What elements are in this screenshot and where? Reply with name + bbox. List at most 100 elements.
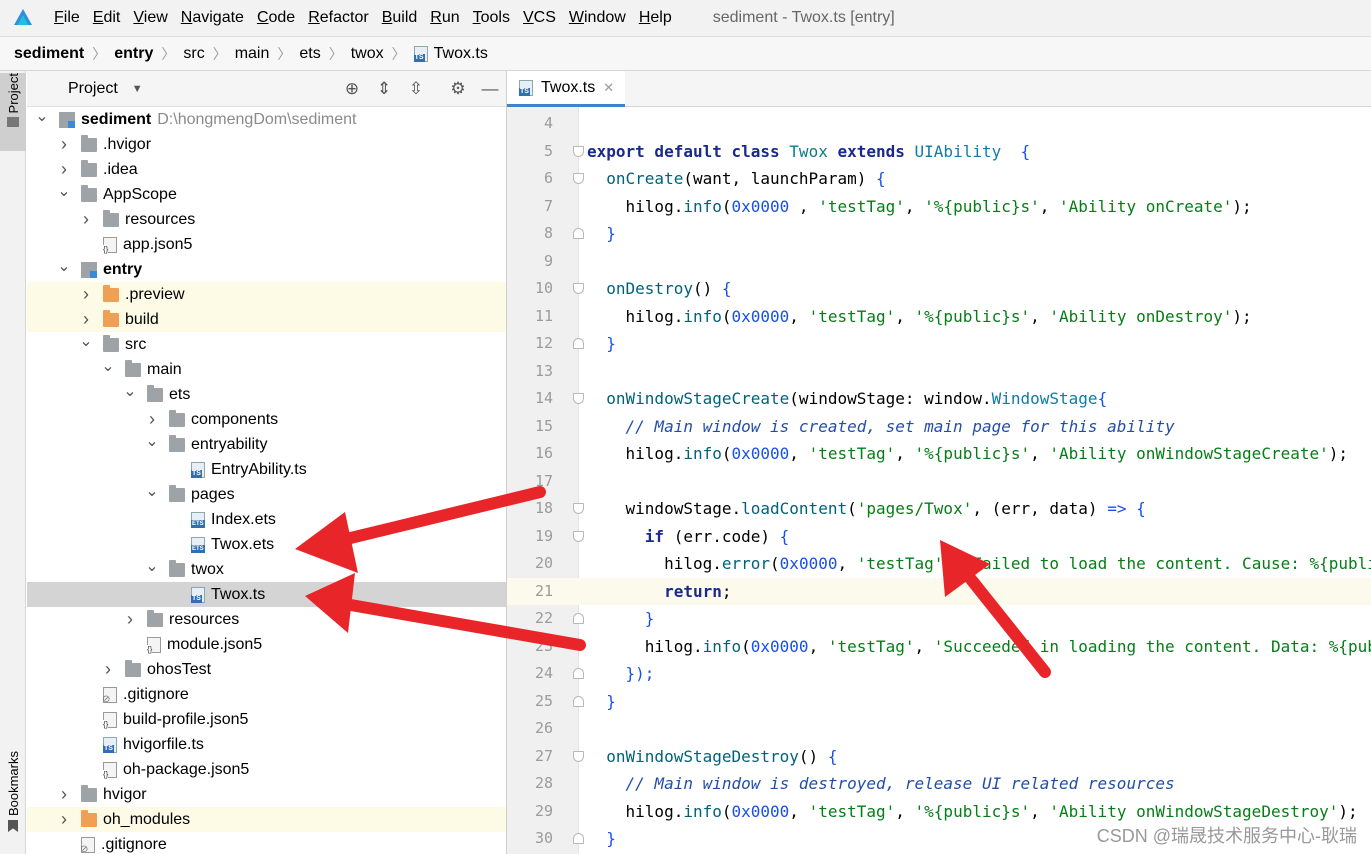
gitignore-file-icon: [102, 686, 117, 705]
menu-item[interactable]: File: [54, 9, 80, 27]
fold-end-icon[interactable]: [573, 338, 584, 349]
fold-collapse-icon[interactable]: [573, 146, 584, 157]
breadcrumb-item[interactable]: sediment: [14, 45, 84, 63]
tree-item[interactable]: › .hvigor: [27, 132, 506, 157]
chevron-right-icon[interactable]: ›: [57, 159, 71, 180]
project-tool-button[interactable]: Project: [0, 73, 26, 151]
tree-item[interactable]: › build: [27, 307, 506, 332]
menu-item[interactable]: View: [133, 9, 167, 27]
collapse-all-icon[interactable]: ⇳: [400, 71, 432, 107]
tree-item[interactable]: ›.gitignore: [27, 682, 506, 707]
tree-item[interactable]: ›oh-package.json5: [27, 757, 506, 782]
menu-item[interactable]: VCS: [523, 9, 556, 27]
menu-item[interactable]: Refactor: [308, 9, 368, 27]
tree-item[interactable]: ⌄ ets: [27, 382, 506, 407]
chevron-right-icon[interactable]: ›: [57, 809, 71, 830]
expand-all-icon[interactable]: ⇕: [368, 71, 400, 107]
tree-item[interactable]: ›.gitignore: [27, 832, 506, 854]
breadcrumb-item[interactable]: twox: [351, 45, 384, 63]
code-token: (: [721, 802, 732, 821]
chevron-right-icon[interactable]: ›: [57, 134, 71, 155]
breadcrumb-item[interactable]: entry: [114, 45, 153, 63]
tree-item[interactable]: ⌄ src: [27, 332, 506, 357]
menu-item-label: efactor: [319, 9, 369, 26]
tab-twox-ts[interactable]: Twox.ts ✕: [507, 71, 625, 107]
chevron-down-icon[interactable]: ▼: [132, 83, 143, 95]
menu-item[interactable]: Window: [569, 9, 626, 27]
locate-file-icon[interactable]: ⊕: [336, 71, 368, 107]
fold-collapse-icon[interactable]: [573, 283, 584, 294]
chevron-down-icon[interactable]: ⌄: [35, 108, 49, 124]
close-icon[interactable]: ✕: [603, 80, 614, 96]
breadcrumb-item[interactable]: ets: [299, 45, 320, 63]
chevron-right-icon[interactable]: ›: [79, 284, 93, 305]
menu-item[interactable]: Help: [639, 9, 672, 27]
chevron-down-icon[interactable]: ⌄: [101, 358, 115, 374]
tree-item[interactable]: › resources: [27, 607, 506, 632]
line-number: 13: [534, 362, 553, 380]
fold-end-icon[interactable]: [573, 228, 584, 239]
breadcrumb-item[interactable]: Twox.ts: [413, 45, 488, 63]
tree-item[interactable]: › ohosTest: [27, 657, 506, 682]
fold-collapse-icon[interactable]: [573, 531, 584, 542]
tree-item[interactable]: ›Twox.ts: [27, 582, 506, 607]
bookmarks-tool-button[interactable]: Bookmarks: [0, 751, 26, 853]
chevron-down-icon[interactable]: ⌄: [145, 558, 159, 574]
chevron-down-icon[interactable]: ⌄: [123, 383, 137, 399]
chevron-right-icon[interactable]: ›: [79, 309, 93, 330]
menu-item[interactable]: Code: [257, 9, 295, 27]
tree-item[interactable]: › hvigor: [27, 782, 506, 807]
chevron-right-icon[interactable]: ›: [101, 659, 115, 680]
tree-item[interactable]: ›hvigorfile.ts: [27, 732, 506, 757]
menu-item[interactable]: Build: [382, 9, 418, 27]
tree-item[interactable]: ›Twox.ets: [27, 532, 506, 557]
gear-icon[interactable]: ⚙: [442, 71, 474, 107]
menu-item-mnemonic: V: [133, 9, 144, 26]
chevron-down-icon[interactable]: ⌄: [57, 258, 71, 274]
fold-end-icon[interactable]: [573, 833, 584, 844]
tree-item[interactable]: ›build-profile.json5: [27, 707, 506, 732]
hide-panel-icon[interactable]: —: [474, 71, 506, 107]
fold-collapse-icon[interactable]: [573, 173, 584, 184]
project-panel-title[interactable]: Project: [68, 80, 118, 98]
tree-item[interactable]: ⌄ main: [27, 357, 506, 382]
chevron-down-icon[interactable]: ⌄: [145, 433, 159, 449]
chevron-right-icon[interactable]: ›: [123, 609, 137, 630]
tree-item[interactable]: ⌄ entry: [27, 257, 506, 282]
tree-item[interactable]: › components: [27, 407, 506, 432]
chevron-down-icon[interactable]: ⌄: [79, 333, 93, 349]
tree-item[interactable]: ⌄ AppScope: [27, 182, 506, 207]
chevron-down-icon[interactable]: ⌄: [145, 483, 159, 499]
tree-item[interactable]: ⌄ sediment D:\hongmengDom\sediment: [27, 107, 506, 132]
chevron-right-icon[interactable]: ›: [57, 784, 71, 805]
tree-item[interactable]: › resources: [27, 207, 506, 232]
tree-item[interactable]: ›EntryAbility.ts: [27, 457, 506, 482]
chevron-down-icon[interactable]: ⌄: [57, 183, 71, 199]
tree-item[interactable]: ⌄ twox: [27, 557, 506, 582]
fold-end-icon[interactable]: [573, 613, 584, 624]
fold-collapse-icon[interactable]: [573, 393, 584, 404]
tree-item[interactable]: › .idea: [27, 157, 506, 182]
fold-end-icon[interactable]: [573, 668, 584, 679]
menu-item[interactable]: Run: [430, 9, 459, 27]
tree-item[interactable]: ⌄ pages: [27, 482, 506, 507]
tree-item[interactable]: › .preview: [27, 282, 506, 307]
fold-collapse-icon[interactable]: [573, 503, 584, 514]
tree-item[interactable]: ›app.json5: [27, 232, 506, 257]
chevron-right-icon[interactable]: ›: [145, 409, 159, 430]
fold-collapse-icon[interactable]: [573, 751, 584, 762]
tree-item[interactable]: ›Index.ets: [27, 507, 506, 532]
tree-item[interactable]: ›module.json5: [27, 632, 506, 657]
folder-icon: [169, 484, 185, 502]
menu-item[interactable]: Navigate: [181, 9, 244, 27]
menu-item[interactable]: Tools: [473, 9, 510, 27]
menu-item[interactable]: Edit: [93, 9, 121, 27]
breadcrumb-item[interactable]: src: [183, 45, 204, 63]
tree-item[interactable]: › oh_modules: [27, 807, 506, 832]
tree-item[interactable]: ⌄ entryability: [27, 432, 506, 457]
fold-end-icon[interactable]: [573, 696, 584, 707]
breadcrumb-item[interactable]: main: [235, 45, 270, 63]
tree-item-label: entry: [103, 260, 143, 278]
code-token: }: [606, 829, 616, 848]
chevron-right-icon[interactable]: ›: [79, 209, 93, 230]
